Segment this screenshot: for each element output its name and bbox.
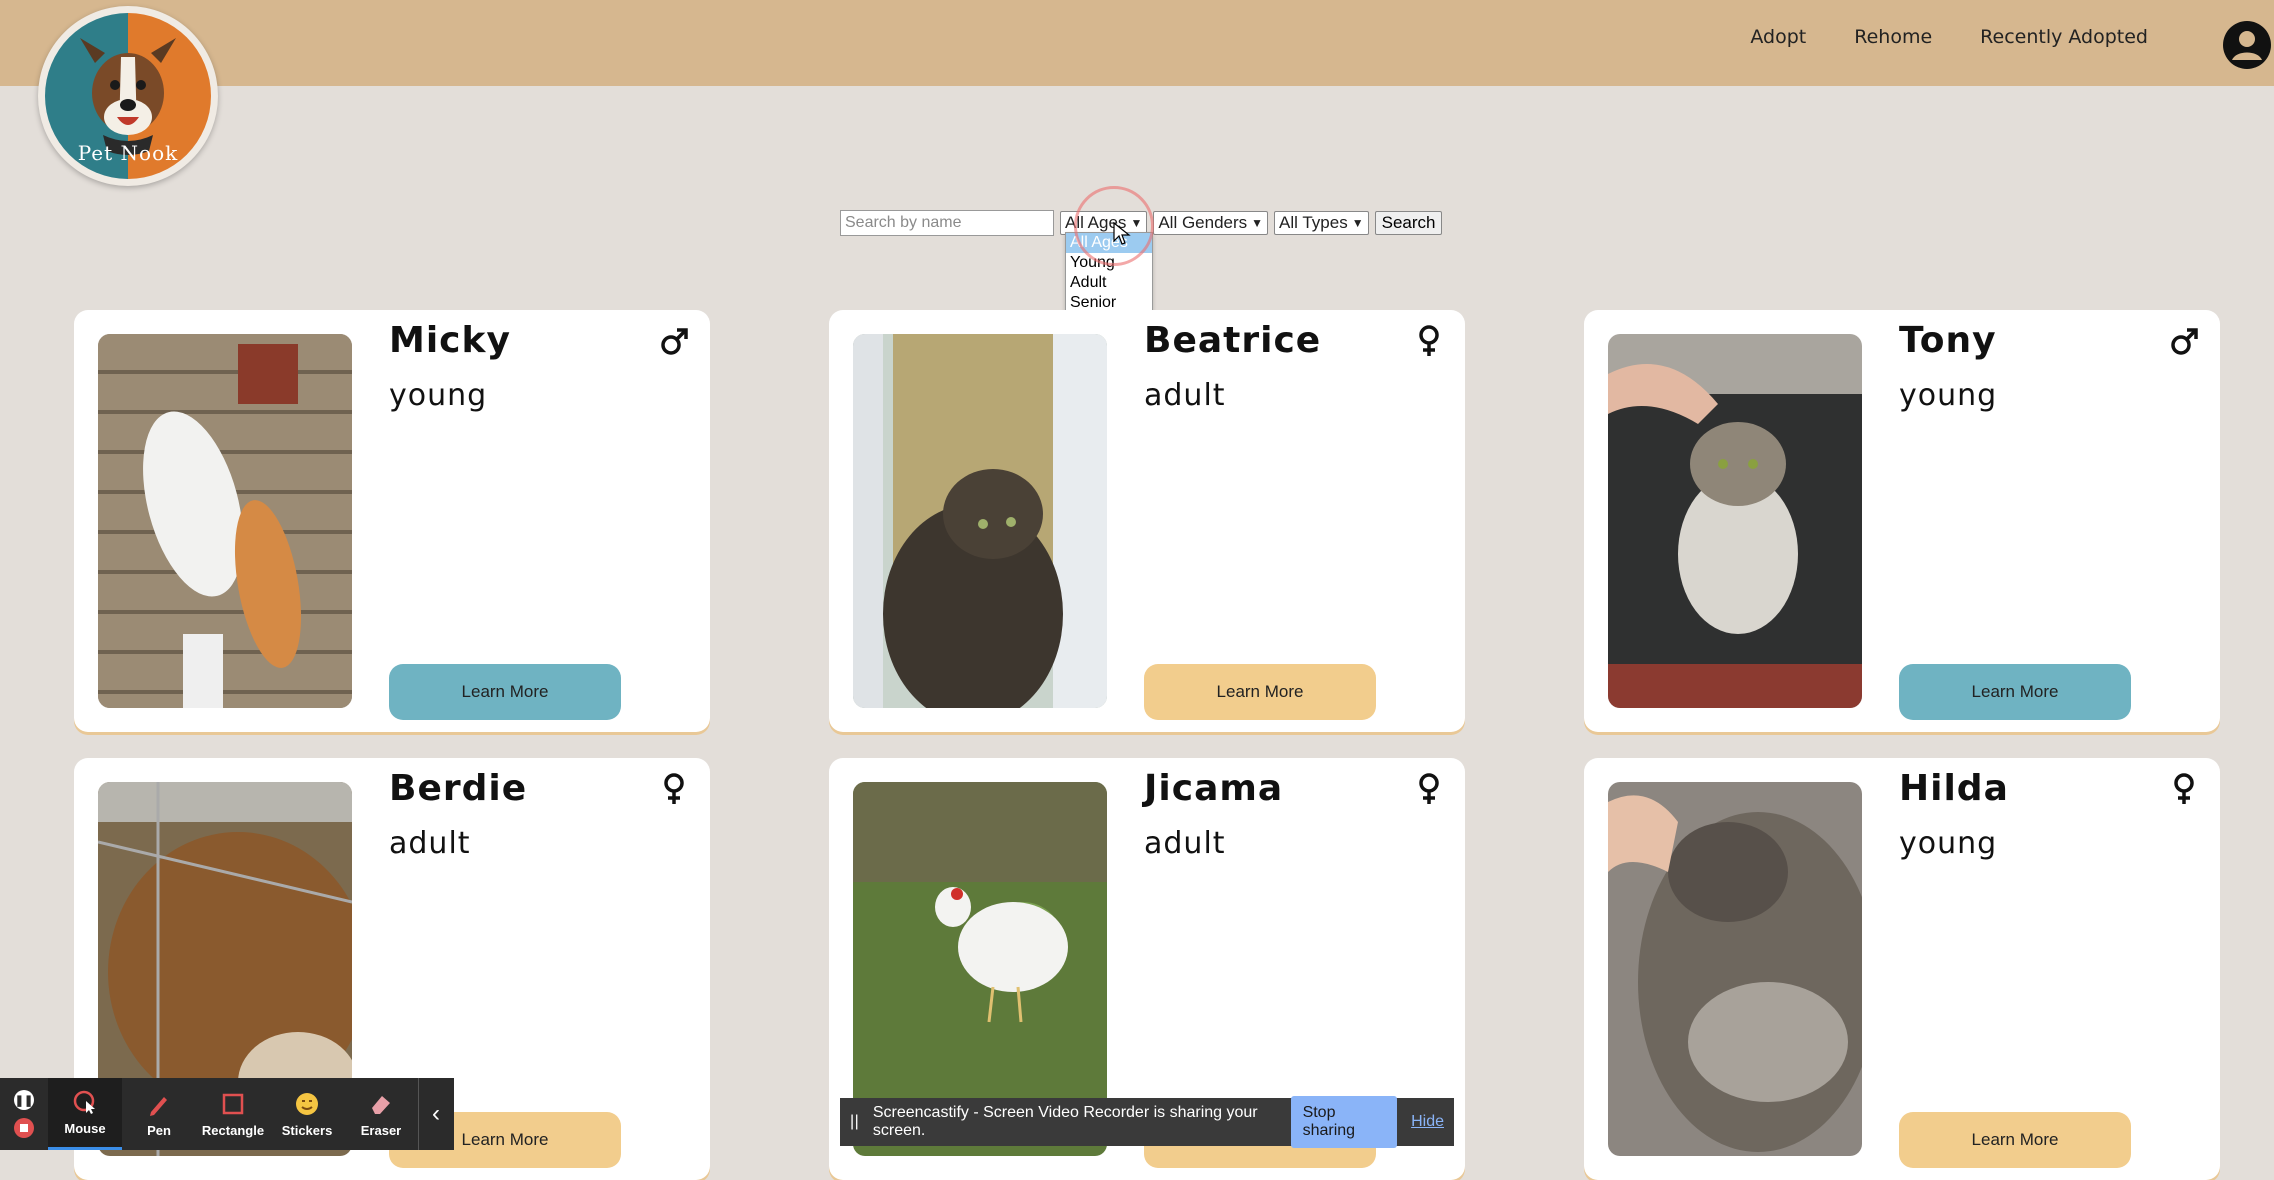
male-icon <box>2171 328 2198 355</box>
main-nav: Adopt Rehome Recently Adopted <box>1750 26 2148 48</box>
pet-nook-logo[interactable]: Pet Nook <box>38 6 218 186</box>
pet-name: Jicama <box>1144 768 1284 809</box>
search-button[interactable]: Search <box>1374 211 1443 235</box>
female-icon <box>1419 773 1439 804</box>
pet-name: Beatrice <box>1144 320 1322 361</box>
mouse-cursor-icon <box>1113 222 1131 245</box>
screen-share-bar: | | Screencastify - Screen Video Recorde… <box>840 1096 1454 1148</box>
learn-more-button[interactable]: Learn More <box>1899 1112 2131 1168</box>
tool-label: Mouse <box>64 1121 106 1136</box>
female-icon <box>2174 773 2194 804</box>
mouse-tool-icon <box>73 1090 95 1114</box>
age-option-adult[interactable]: Adult <box>1066 273 1152 293</box>
tool-label: Rectangle <box>201 1122 265 1138</box>
pause-icon[interactable]: ❚❚ <box>14 1090 34 1110</box>
tool-stickers[interactable]: Stickers <box>270 1078 344 1150</box>
nav-recently-adopted[interactable]: Recently Adopted <box>1980 26 2148 48</box>
share-message: Screencastify - Screen Video Recorder is… <box>872 1104 1258 1139</box>
pet-age: adult <box>1144 378 1226 413</box>
tool-label: Pen <box>147 1122 171 1138</box>
tool-eraser[interactable]: Eraser <box>344 1078 418 1150</box>
site-header: Adopt Rehome Recently Adopted <box>0 0 2274 86</box>
chevron-down-icon: ▼ <box>1251 216 1264 230</box>
female-icon <box>664 773 684 804</box>
pet-age: young <box>1899 378 1998 413</box>
pet-photo <box>98 334 352 708</box>
rectangle-icon <box>222 1093 244 1114</box>
pen-icon <box>150 1096 167 1116</box>
pet-photo <box>1608 782 1862 1156</box>
stop-sharing-button[interactable]: Stop sharing <box>1290 1096 1398 1148</box>
tool-label: Stickers <box>281 1122 333 1138</box>
pet-name: Tony <box>1899 320 1997 361</box>
learn-more-button[interactable]: Learn More <box>1899 664 2131 720</box>
type-select-value: All Types <box>1279 213 1348 232</box>
pet-photo <box>1608 334 1862 708</box>
pet-age: young <box>1899 826 1998 861</box>
pet-name: Micky <box>389 320 511 361</box>
tool-rectangle[interactable]: Rectangle <box>196 1078 270 1150</box>
logo-text: Pet Nook <box>77 141 179 165</box>
tool-pen[interactable]: Pen <box>122 1078 196 1150</box>
tool-label: Eraser <box>360 1122 402 1138</box>
male-icon <box>661 328 688 355</box>
pet-photo <box>853 334 1107 708</box>
sticker-icon <box>296 1092 318 1115</box>
annotation-toolbar: ❚❚ Mouse Pen Rectangle Stickers Eraser ‹ <box>0 1078 454 1150</box>
eraser-icon <box>372 1095 390 1114</box>
search-input[interactable] <box>840 210 1054 236</box>
pet-card: Hilda young Learn More <box>1584 758 2220 1180</box>
tool-mouse[interactable]: Mouse <box>48 1078 122 1150</box>
recording-controls: ❚❚ <box>0 1078 48 1150</box>
pet-card: Beatrice adult Learn More <box>829 310 1465 732</box>
hide-link[interactable]: Hide <box>1411 1113 1444 1131</box>
pet-name: Hilda <box>1899 768 2009 809</box>
nav-rehome[interactable]: Rehome <box>1854 26 1932 48</box>
type-select[interactable]: All Types ▼ <box>1274 211 1369 235</box>
stop-record-icon[interactable] <box>14 1118 34 1138</box>
pet-name: Berdie <box>389 768 528 809</box>
nav-adopt[interactable]: Adopt <box>1750 26 1806 48</box>
pet-card: Tony young Learn More <box>1584 310 2220 732</box>
learn-more-button[interactable]: Learn More <box>1144 664 1376 720</box>
user-account-icon[interactable] <box>2222 20 2272 70</box>
collapse-toolbar-icon[interactable]: ‹ <box>418 1078 453 1150</box>
drag-handle-icon[interactable]: | | <box>850 1113 863 1131</box>
gender-select[interactable]: All Genders ▼ <box>1153 211 1269 235</box>
female-icon <box>1419 325 1439 356</box>
learn-more-button[interactable]: Learn More <box>389 664 621 720</box>
gender-select-value: All Genders <box>1158 213 1248 232</box>
pet-age: adult <box>1144 826 1226 861</box>
pet-card: Micky young Learn More <box>74 310 710 732</box>
chevron-down-icon: ▼ <box>1351 216 1364 230</box>
pet-age: adult <box>389 826 471 861</box>
pet-age: young <box>389 378 488 413</box>
